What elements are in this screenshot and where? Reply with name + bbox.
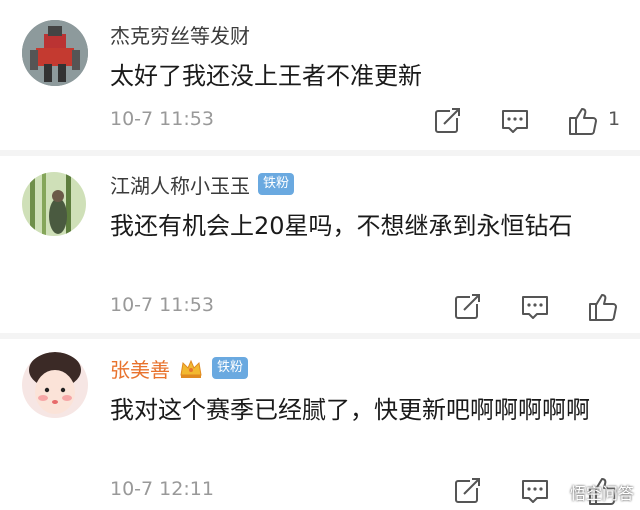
bamboo-avatar-icon [22,172,86,236]
share-icon[interactable] [430,104,464,138]
divider [0,333,640,339]
username-row: 张美善 铁粉 [110,352,249,384]
username[interactable]: 杰克穷丝等发财 [110,20,250,49]
comment-item: 杰克穷丝等发财 太好了我还没上王者不准更新 10-7 11:53 1 [0,0,640,160]
robot-avatar-icon [22,20,88,86]
timestamp: 10-7 11:53 [110,294,214,316]
comment-text: 我对这个赛季已经腻了，快更新吧啊啊啊啊啊 [110,396,590,424]
watermark: 悟空问答 [569,484,634,503]
comment-text: 我还有机会上20星吗，不想继承到永恒钻石 [110,212,573,240]
comment-meta: 10-7 11:53 [110,290,630,324]
fan-badge: 铁粉 [212,357,249,379]
user-avatar[interactable] [22,352,88,418]
timestamp: 10-7 11:53 [110,108,214,130]
timestamp: 10-7 12:11 [110,478,214,500]
comment-icon[interactable] [498,104,532,138]
username[interactable]: 江湖人称小玉玉 [110,170,250,199]
user-avatar[interactable] [22,20,88,86]
username-row: 江湖人称小玉玉 铁粉 [110,168,295,200]
fan-badge: 铁粉 [258,173,295,195]
comment-icon[interactable] [518,474,552,508]
username[interactable]: 张美善 [110,354,170,383]
comment-item: 江湖人称小玉玉 铁粉 我还有机会上20星吗，不想继承到永恒钻石 10-7 11:… [0,156,640,326]
thumbs-up-icon[interactable] [566,104,600,138]
user-avatar[interactable] [22,172,86,236]
comment-icon[interactable] [518,290,552,324]
username-row: 杰克穷丝等发财 [110,18,250,50]
girl-avatar-icon [22,352,88,418]
like-count: 1 [608,108,621,130]
share-icon[interactable] [450,474,484,508]
comment-meta: 10-7 11:53 1 [110,104,630,138]
comment-meta: 10-7 12:11 [110,474,630,508]
share-icon[interactable] [450,290,484,324]
vip-crown-icon [178,355,204,381]
thumbs-up-icon[interactable] [586,290,620,324]
comment-text: 太好了我还没上王者不准更新 [110,62,422,90]
comment-item: 张美善 铁粉 我对这个赛季已经腻了，快更新吧啊啊啊啊啊 10-7 12:11 [0,340,640,510]
